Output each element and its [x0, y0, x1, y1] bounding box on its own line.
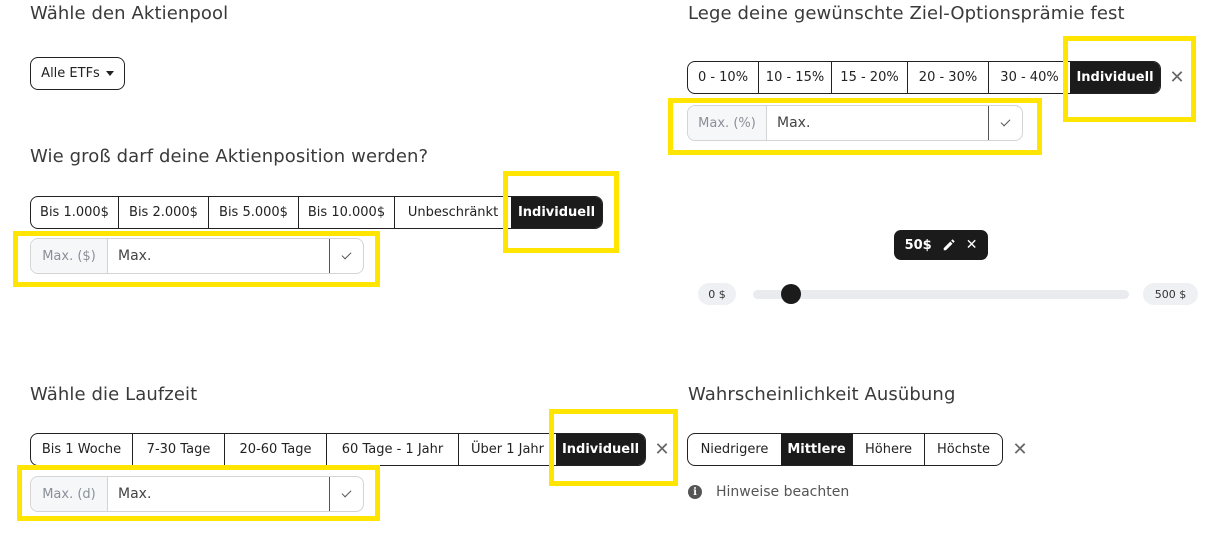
pool-heading: Wähle den Aktienpool — [30, 3, 229, 24]
probability-heading: Wahrscheinlichkeit Ausübung — [688, 384, 956, 405]
duration-max-input-group: Max. (d) — [30, 476, 364, 512]
pencil-icon[interactable] — [942, 238, 956, 252]
position-option-2000[interactable]: Bis 2.000$ — [118, 197, 208, 228]
position-confirm-button[interactable] — [329, 239, 363, 273]
hint-text: Hinweise beachten — [716, 484, 850, 500]
premium-option-15-20[interactable]: 15 - 20% — [831, 62, 907, 93]
duration-option-ueber-1-jahr[interactable]: Über 1 Jahr — [458, 434, 556, 465]
probability-option-mittlere[interactable]: Mittlere — [781, 434, 852, 465]
duration-confirm-button[interactable] — [329, 477, 363, 511]
position-options: Bis 1.000$ Bis 2.000$ Bis 5.000$ Bis 10.… — [30, 196, 603, 229]
slider-value-tooltip: 50$ ✕ — [894, 230, 988, 260]
slider-min-label: 0 $ — [698, 283, 736, 305]
duration-close-icon[interactable]: ✕ — [654, 439, 670, 460]
stock-pool-dropdown[interactable]: Alle ETFs — [30, 57, 125, 90]
probability-option-niedrigere[interactable]: Niedrigere — [688, 434, 781, 465]
probability-options: Niedrigere Mittlere Höhere Höchste — [687, 433, 1003, 466]
caret-down-icon — [105, 71, 114, 76]
duration-option-60-1jahr[interactable]: 60 Tage - 1 Jahr — [326, 434, 458, 465]
premium-confirm-button[interactable] — [988, 106, 1022, 140]
duration-option-1-woche[interactable]: Bis 1 Woche — [31, 434, 132, 465]
position-input-prefix: Max. ($) — [31, 239, 108, 273]
position-heading: Wie groß darf deine Aktienposition werde… — [30, 146, 429, 167]
premium-option-individuell[interactable]: Individuell — [1070, 62, 1160, 93]
position-option-10000[interactable]: Bis 10.000$ — [298, 197, 394, 228]
duration-max-input[interactable] — [108, 477, 329, 511]
premium-max-input[interactable] — [767, 106, 988, 140]
probability-option-hoehere[interactable]: Höhere — [852, 434, 924, 465]
info-icon: i — [688, 485, 702, 499]
slider-value-label: 50$ — [904, 237, 932, 253]
premium-input-prefix: Max. (%) — [688, 106, 767, 140]
close-icon[interactable]: ✕ — [966, 237, 978, 253]
premium-heading: Lege deine gewünschte Ziel-Optionsprämie… — [688, 3, 1125, 24]
duration-input-prefix: Max. (d) — [31, 477, 108, 511]
slider-track[interactable] — [753, 290, 1129, 299]
check-icon — [1000, 116, 1011, 127]
premium-max-input-group: Max. (%) — [687, 105, 1023, 141]
position-option-unbeschraenkt[interactable]: Unbeschränkt — [394, 197, 511, 228]
slider-thumb[interactable] — [780, 284, 801, 304]
duration-heading: Wähle die Laufzeit — [30, 384, 198, 405]
position-max-input[interactable] — [108, 239, 329, 273]
duration-option-individuell[interactable]: Individuell — [556, 434, 645, 465]
probability-option-hoechste[interactable]: Höchste — [924, 434, 1002, 465]
duration-options: Bis 1 Woche 7-30 Tage 20-60 Tage 60 Tage… — [30, 433, 646, 466]
slider-max-label: 500 $ — [1143, 283, 1198, 305]
premium-close-icon[interactable]: ✕ — [1169, 67, 1185, 88]
stock-pool-dropdown-label: Alle ETFs — [41, 66, 100, 81]
duration-option-7-30[interactable]: 7-30 Tage — [132, 434, 224, 465]
premium-option-0-10[interactable]: 0 - 10% — [688, 62, 758, 93]
premium-option-20-30[interactable]: 20 - 30% — [907, 62, 988, 93]
position-option-1000[interactable]: Bis 1.000$ — [31, 197, 118, 228]
premium-options: 0 - 10% 10 - 15% 15 - 20% 20 - 30% 30 - … — [687, 61, 1161, 94]
position-max-input-group: Max. ($) — [30, 238, 364, 274]
check-icon — [341, 249, 352, 260]
check-icon — [341, 487, 352, 498]
position-option-individuell[interactable]: Individuell — [511, 197, 602, 228]
premium-option-30-40[interactable]: 30 - 40% — [988, 62, 1070, 93]
probability-close-icon[interactable]: ✕ — [1012, 439, 1028, 460]
duration-option-20-60[interactable]: 20-60 Tage — [224, 434, 326, 465]
position-option-5000[interactable]: Bis 5.000$ — [208, 197, 298, 228]
premium-option-10-15[interactable]: 10 - 15% — [758, 62, 831, 93]
hint-row[interactable]: i Hinweise beachten — [688, 484, 849, 500]
